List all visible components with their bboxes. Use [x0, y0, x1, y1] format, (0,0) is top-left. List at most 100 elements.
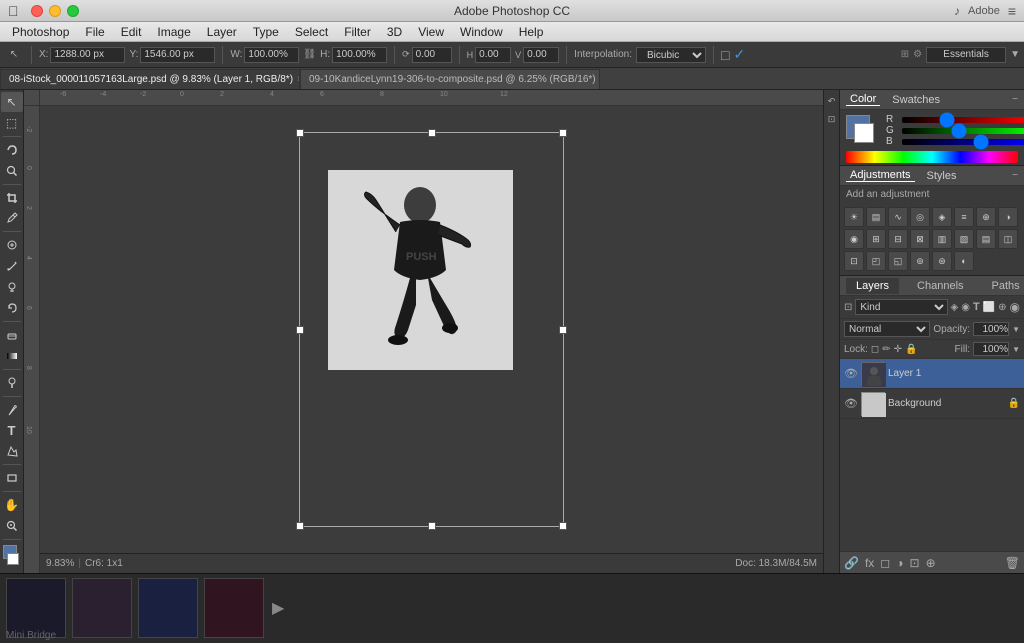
layer-item-layer1[interactable]: 👁 Layer 1 — [840, 359, 1024, 389]
swatches-tab[interactable]: Swatches — [888, 94, 944, 106]
rotation-input[interactable] — [412, 47, 452, 63]
background-color-swatch[interactable] — [854, 123, 874, 143]
maximize-button[interactable] — [67, 5, 79, 17]
menu-filter[interactable]: Filter — [336, 25, 379, 39]
brush-tool[interactable] — [1, 256, 23, 276]
pen-tool[interactable] — [1, 400, 23, 420]
menu-type[interactable]: Type — [245, 25, 287, 39]
transform-handle-ml[interactable] — [296, 326, 304, 334]
opacity-input[interactable] — [973, 322, 1009, 336]
adj-7[interactable]: ⊛ — [932, 251, 952, 271]
color-panel-collapse[interactable]: − — [1012, 94, 1018, 105]
panel-icon-2[interactable]: ⊡ — [825, 112, 839, 126]
apple-menu-icon[interactable]:  — [8, 3, 19, 19]
menu-photoshop[interactable]: Photoshop — [4, 25, 77, 39]
transform-handle-bc[interactable] — [428, 522, 436, 530]
layers-tab[interactable]: Layers — [846, 278, 899, 294]
mini-thumb-3[interactable] — [138, 578, 198, 638]
styles-tab[interactable]: Styles — [923, 170, 961, 182]
blend-mode-select[interactable]: Normal Multiply Screen — [844, 321, 930, 337]
marquee-tool[interactable]: ⬚ — [1, 113, 23, 133]
h-skew-input[interactable] — [475, 47, 511, 63]
add-style-btn[interactable]: fx — [865, 556, 874, 570]
mini-thumb-2[interactable] — [72, 578, 132, 638]
mini-bridge-next[interactable]: ▶ — [268, 598, 288, 618]
w-input[interactable] — [244, 47, 299, 63]
menu-select[interactable]: Select — [287, 25, 336, 39]
eyedropper-tool[interactable] — [1, 209, 23, 229]
adj-bw[interactable]: ◑ — [998, 207, 1018, 227]
canvas-area[interactable]: -6 -4 -2 0 2 4 6 8 10 12 -2 0 2 4 6 8 10 — [24, 90, 823, 573]
adj-3[interactable]: ⊡ — [844, 251, 864, 271]
tab-0[interactable]: 08-iStock_000011057163Large.psd @ 9.83% … — [0, 69, 300, 89]
panel-icon-1[interactable]: ↶ — [825, 94, 839, 108]
delete-layer-btn[interactable]: 🗑 — [1005, 556, 1020, 570]
add-mask-btn[interactable]: ◻ — [880, 556, 890, 570]
lock-transparent-icon[interactable]: ◻ — [871, 344, 879, 355]
dodge-tool[interactable] — [1, 373, 23, 393]
b-slider[interactable] — [902, 139, 1024, 145]
interpolation-select[interactable]: Bicubic Bilinear Nearest Neighbor — [636, 47, 706, 63]
hand-tool[interactable]: ✋ — [1, 495, 23, 515]
history-brush-tool[interactable] — [1, 298, 23, 318]
document-canvas[interactable]: PUSH — [40, 106, 823, 553]
channels-tab[interactable]: Channels — [907, 278, 973, 294]
filter-icon-shape[interactable]: ⬜ — [983, 302, 995, 313]
menu-help[interactable]: Help — [511, 25, 552, 39]
adj-8[interactable]: ◐ — [954, 251, 974, 271]
new-adj-btn[interactable]: ◑ — [896, 556, 903, 570]
adj-curves[interactable]: ∿ — [888, 207, 908, 227]
new-layer-btn[interactable]: ⊕ — [926, 556, 936, 570]
lock-all-icon[interactable]: 🔒 — [905, 344, 917, 355]
eraser-tool[interactable] — [1, 325, 23, 345]
spot-heal-tool[interactable] — [1, 235, 23, 255]
rect-shape-tool[interactable] — [1, 468, 23, 488]
adj-collapse[interactable]: − — [1012, 170, 1018, 181]
transform-handle-tl[interactable] — [296, 129, 304, 137]
transform-bounding-box[interactable]: PUSH — [299, 132, 564, 527]
menu-view[interactable]: View — [410, 25, 452, 39]
y-input[interactable] — [140, 47, 215, 63]
adjustments-tab[interactable]: Adjustments — [846, 169, 915, 182]
move-tool[interactable]: ↖ — [1, 92, 23, 112]
quick-select-tool[interactable] — [1, 161, 23, 181]
v-skew-input[interactable] — [523, 47, 559, 63]
mini-thumb-4[interactable] — [204, 578, 264, 638]
transform-handle-tr[interactable] — [559, 129, 567, 137]
filter-icon-adj[interactable]: ◉ — [961, 302, 970, 313]
link-layers-btn[interactable]: 🔗 — [844, 556, 859, 570]
close-button[interactable] — [31, 5, 43, 17]
filter-icon-type[interactable]: ◈ — [951, 302, 959, 313]
adj-selectivecolor[interactable]: ◫ — [998, 229, 1018, 249]
commit-button[interactable]: ✓ — [733, 46, 745, 63]
layers-filter-select[interactable]: Kind — [855, 299, 947, 315]
gradient-tool[interactable] — [1, 346, 23, 366]
menu-3d[interactable]: 3D — [379, 25, 410, 39]
menu-window[interactable]: Window — [452, 25, 511, 39]
transform-handle-mr[interactable] — [559, 326, 567, 334]
adj-threshold[interactable]: ▧ — [954, 229, 974, 249]
clone-tool[interactable] — [1, 277, 23, 297]
layer-item-background[interactable]: 👁 Background 🔒 — [840, 389, 1024, 419]
menu-image[interactable]: Image — [149, 25, 198, 39]
adj-brightness[interactable]: ☀ — [844, 207, 864, 227]
lasso-tool[interactable] — [1, 140, 23, 160]
color-spectrum[interactable] — [846, 151, 1018, 163]
transform-handle-tc[interactable] — [428, 129, 436, 137]
adj-6[interactable]: ⊚ — [910, 251, 930, 271]
adj-4[interactable]: ◰ — [866, 251, 886, 271]
h-input[interactable] — [332, 47, 387, 63]
warp-button[interactable]: □ — [721, 47, 729, 63]
filter-icon-text[interactable]: T — [973, 301, 980, 313]
adj-posterize[interactable]: ▥ — [932, 229, 952, 249]
fill-input[interactable] — [973, 342, 1009, 356]
fill-arrow[interactable]: ▼ — [1012, 345, 1020, 354]
adj-colorbalance[interactable]: ⊕ — [976, 207, 996, 227]
lock-position-icon[interactable]: ✛ — [894, 344, 902, 355]
adj-exposure[interactable]: ◎ — [910, 207, 930, 227]
adj-invert[interactable]: ⊠ — [910, 229, 930, 249]
opacity-arrow[interactable]: ▼ — [1012, 325, 1020, 334]
transform-handle-br[interactable] — [559, 522, 567, 530]
link-icon[interactable]: ⛓ — [303, 49, 316, 60]
zoom-tool[interactable] — [1, 516, 23, 536]
